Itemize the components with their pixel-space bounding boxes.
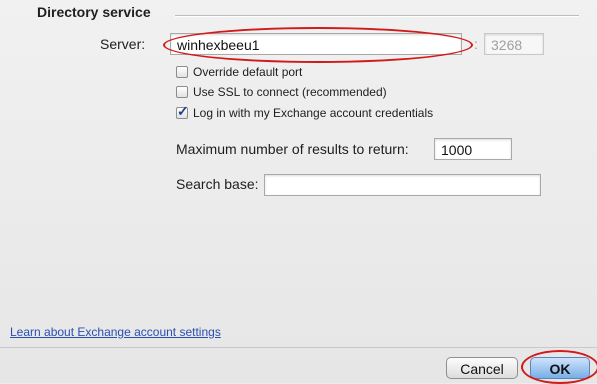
server-label: Server: xyxy=(100,36,146,52)
port-input[interactable]: 3268 xyxy=(484,33,544,55)
cancel-button[interactable]: Cancel xyxy=(446,357,518,379)
footer-divider xyxy=(0,347,597,348)
exchange-credentials-row[interactable]: Log in with my Exchange account credenti… xyxy=(176,103,434,121)
search-base-label: Search base: xyxy=(176,176,259,192)
section-title: Directory service xyxy=(37,4,151,20)
ok-button[interactable]: OK xyxy=(530,357,590,379)
use-ssl-label: Use SSL to connect (recommended) xyxy=(193,85,387,99)
override-port-label: Override default port xyxy=(193,65,303,79)
use-ssl-checkbox[interactable] xyxy=(176,86,188,98)
exchange-credentials-label: Log in with my Exchange account credenti… xyxy=(193,106,434,120)
server-input[interactable]: winhexbeeu1 xyxy=(170,33,462,55)
exchange-credentials-checkbox[interactable] xyxy=(176,103,189,120)
override-port-checkbox[interactable] xyxy=(176,66,188,78)
use-ssl-row[interactable]: Use SSL to connect (recommended) xyxy=(176,84,387,100)
max-results-label: Maximum number of results to return: xyxy=(176,141,409,157)
search-base-input[interactable] xyxy=(264,174,541,196)
max-results-input[interactable]: 1000 xyxy=(434,138,512,160)
directory-service-dialog: Directory service Server: winhexbeeu1 : … xyxy=(0,0,597,384)
override-port-row[interactable]: Override default port xyxy=(176,64,302,80)
section-divider xyxy=(175,15,579,16)
learn-exchange-settings-link[interactable]: Learn about Exchange account settings xyxy=(10,325,221,339)
port-separator: : xyxy=(474,36,478,52)
